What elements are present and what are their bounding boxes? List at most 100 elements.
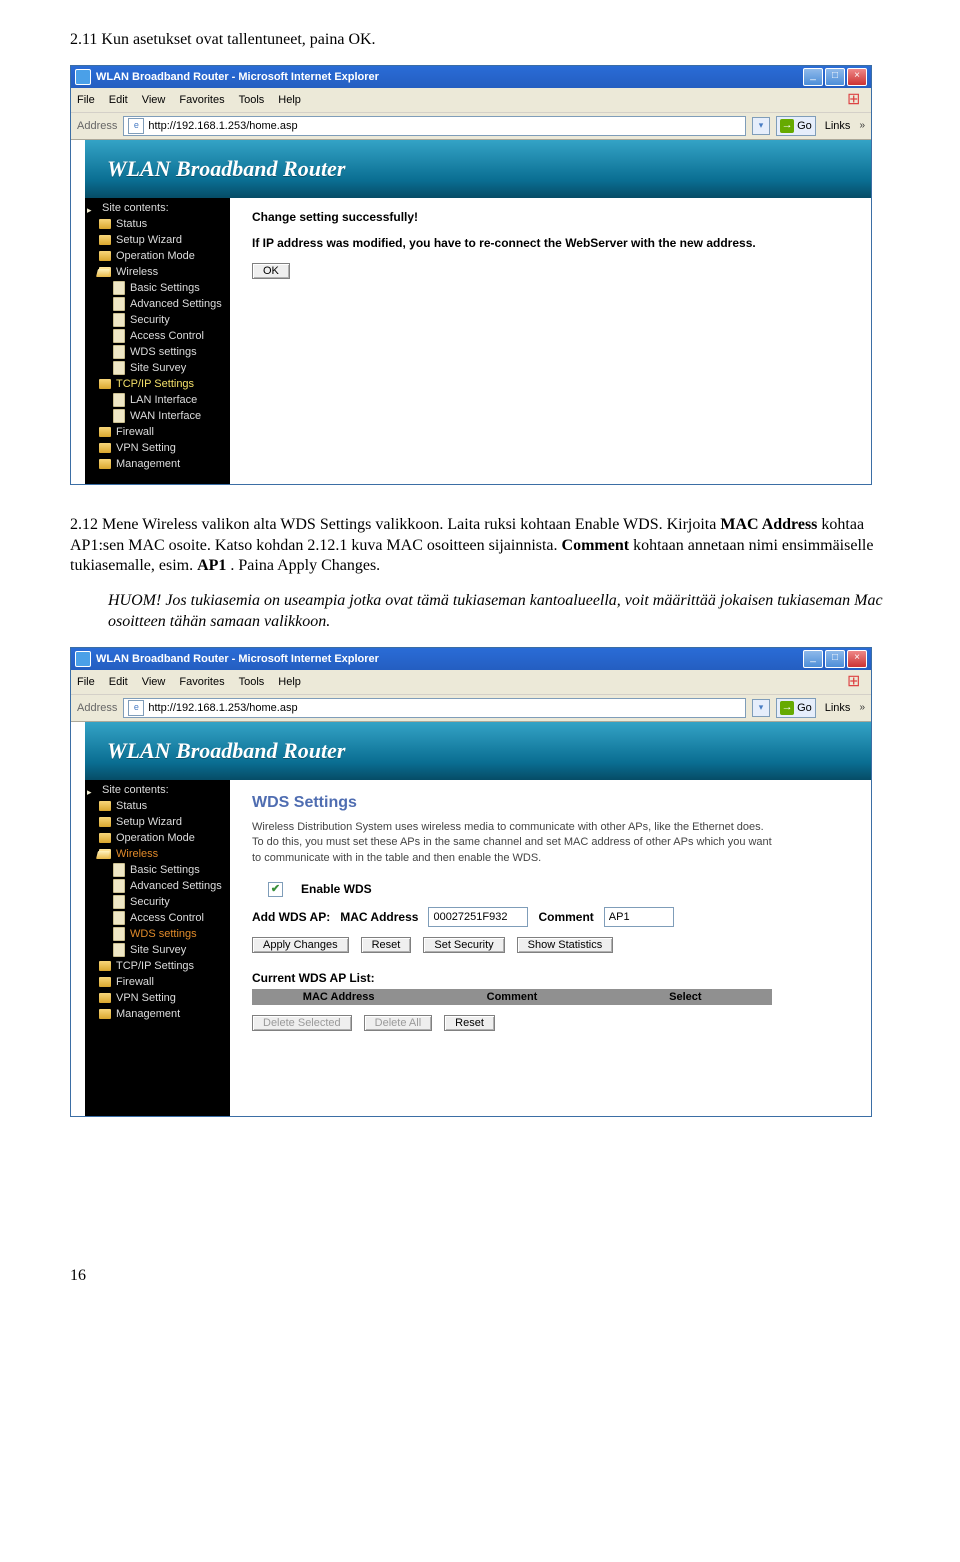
show-statistics-button[interactable]: Show Statistics (517, 937, 614, 953)
menu-file[interactable]: File (77, 676, 95, 688)
doc-icon (113, 313, 125, 327)
sidebar-item-tcpip[interactable]: TCP/IP Settings (85, 376, 230, 392)
sidebar-sub-basic[interactable]: Basic Settings (85, 862, 230, 878)
comment-input[interactable] (604, 907, 674, 927)
delete-all-button[interactable]: Delete All (364, 1015, 432, 1031)
folder-icon (99, 833, 111, 843)
mac-input[interactable] (428, 907, 528, 927)
sidebar-item-operation-mode[interactable]: Operation Mode (85, 830, 230, 846)
sidebar-sub-site-survey[interactable]: Site Survey (85, 360, 230, 376)
enable-wds-checkbox[interactable]: ✔ (268, 882, 283, 897)
sidebar-item-management[interactable]: Management (85, 456, 230, 472)
sidebar-item-firewall[interactable]: Firewall (85, 974, 230, 990)
minimize-button[interactable]: _ (803, 68, 823, 86)
sidebar-head[interactable]: Site contents: (85, 782, 230, 798)
menu-tools[interactable]: Tools (239, 94, 265, 106)
close-button[interactable]: × (847, 68, 867, 86)
sidebar-sub-security[interactable]: Security (85, 894, 230, 910)
reset-button[interactable]: Reset (361, 937, 412, 953)
links-chevron-icon[interactable]: » (859, 702, 865, 713)
menu-edit[interactable]: Edit (109, 676, 128, 688)
menu-tools[interactable]: Tools (239, 676, 265, 688)
ie-icon (75, 651, 91, 667)
sidebar-item-operation-mode[interactable]: Operation Mode (85, 248, 230, 264)
sidebar-sub-wds[interactable]: WDS settings (85, 344, 230, 360)
sidebar-item-status[interactable]: Status (85, 798, 230, 814)
go-button[interactable]: → Go (776, 116, 816, 136)
doc-icon (113, 281, 125, 295)
sidebar-item-tcpip[interactable]: TCP/IP Settings (85, 958, 230, 974)
sidebar-sub-access-control[interactable]: Access Control (85, 328, 230, 344)
doc-icon (113, 361, 125, 375)
sidebar-sub-label: Access Control (130, 329, 204, 343)
sidebar-item-label: Wireless (116, 265, 158, 279)
huom-note: HUOM! Jos tukiasemia on useampia jotka o… (108, 591, 890, 633)
page-icon: e (128, 700, 144, 716)
paragraph-2-11: 2.11 Kun asetukset ovat tallentuneet, pa… (70, 30, 890, 51)
sidebar-item-vpn[interactable]: VPN Setting (85, 440, 230, 456)
folder-icon (99, 251, 111, 261)
menu-help[interactable]: Help (278, 94, 301, 106)
sidebar-sub-wan[interactable]: WAN Interface (85, 408, 230, 424)
address-dropdown[interactable]: ▾ (752, 699, 770, 717)
sidebar-item-status[interactable]: Status (85, 216, 230, 232)
menu-file[interactable]: File (77, 94, 95, 106)
address-input[interactable]: e http://192.168.1.253/home.asp (123, 698, 746, 718)
sidebar: Site contents: Status Setup Wizard Opera… (85, 780, 230, 1116)
sidebar-sub-label: Security (130, 895, 170, 909)
sidebar-sub-label: Site Survey (130, 361, 186, 375)
sidebar-item-label: Management (116, 457, 180, 471)
sidebar-sub-access-control[interactable]: Access Control (85, 910, 230, 926)
doc-icon (113, 927, 125, 941)
delete-selected-button[interactable]: Delete Selected (252, 1015, 352, 1031)
links-label[interactable]: Links (822, 120, 854, 132)
folder-icon (99, 961, 111, 971)
sidebar-item-firewall[interactable]: Firewall (85, 424, 230, 440)
sidebar-sub-basic[interactable]: Basic Settings (85, 280, 230, 296)
links-chevron-icon[interactable]: » (859, 120, 865, 131)
sidebar-item-vpn[interactable]: VPN Setting (85, 990, 230, 1006)
ok-button[interactable]: OK (252, 263, 290, 279)
sidebar-sub-lan[interactable]: LAN Interface (85, 392, 230, 408)
links-label[interactable]: Links (822, 702, 854, 714)
maximize-button[interactable]: □ (825, 650, 845, 668)
menu-edit[interactable]: Edit (109, 94, 128, 106)
bold-ap1: AP1 (197, 557, 226, 574)
sidebar-sub-advanced[interactable]: Advanced Settings (85, 296, 230, 312)
window-title: WLAN Broadband Router - Microsoft Intern… (96, 653, 379, 665)
doc-icon (113, 329, 125, 343)
sidebar-sub-label: WDS settings (130, 345, 197, 359)
sidebar-sub-site-survey[interactable]: Site Survey (85, 942, 230, 958)
th-select: Select (599, 989, 772, 1005)
sidebar-item-management[interactable]: Management (85, 1006, 230, 1022)
sidebar-item-setup-wizard[interactable]: Setup Wizard (85, 232, 230, 248)
sidebar-sub-advanced[interactable]: Advanced Settings (85, 878, 230, 894)
sidebar-item-label: VPN Setting (116, 991, 176, 1005)
sidebar-item-label: TCP/IP Settings (116, 377, 194, 391)
sidebar-sub-label: Basic Settings (130, 863, 200, 877)
doc-icon (113, 345, 125, 359)
text: 2.12 Mene Wireless valikon alta WDS Sett… (70, 516, 720, 533)
address-input[interactable]: e http://192.168.1.253/home.asp (123, 116, 746, 136)
menu-help[interactable]: Help (278, 676, 301, 688)
go-button[interactable]: → Go (776, 698, 816, 718)
menu-favorites[interactable]: Favorites (179, 94, 224, 106)
apply-changes-button[interactable]: Apply Changes (252, 937, 349, 953)
sidebar-sub-security[interactable]: Security (85, 312, 230, 328)
sidebar-item-wireless[interactable]: Wireless (85, 846, 230, 862)
sidebar-item-setup-wizard[interactable]: Setup Wizard (85, 814, 230, 830)
menu-view[interactable]: View (142, 676, 166, 688)
sidebar-head[interactable]: Site contents: (85, 200, 230, 216)
sidebar-sub-wds-active[interactable]: WDS settings (85, 926, 230, 942)
maximize-button[interactable]: □ (825, 68, 845, 86)
set-security-button[interactable]: Set Security (423, 937, 504, 953)
window-title: WLAN Broadband Router - Microsoft Intern… (96, 71, 379, 83)
minimize-button[interactable]: _ (803, 650, 823, 668)
reset-button-2[interactable]: Reset (444, 1015, 495, 1031)
address-dropdown[interactable]: ▾ (752, 117, 770, 135)
menu-view[interactable]: View (142, 94, 166, 106)
close-button[interactable]: × (847, 650, 867, 668)
paragraph-2-12: 2.12 Mene Wireless valikon alta WDS Sett… (70, 515, 890, 577)
sidebar-item-wireless[interactable]: Wireless (85, 264, 230, 280)
menu-favorites[interactable]: Favorites (179, 676, 224, 688)
